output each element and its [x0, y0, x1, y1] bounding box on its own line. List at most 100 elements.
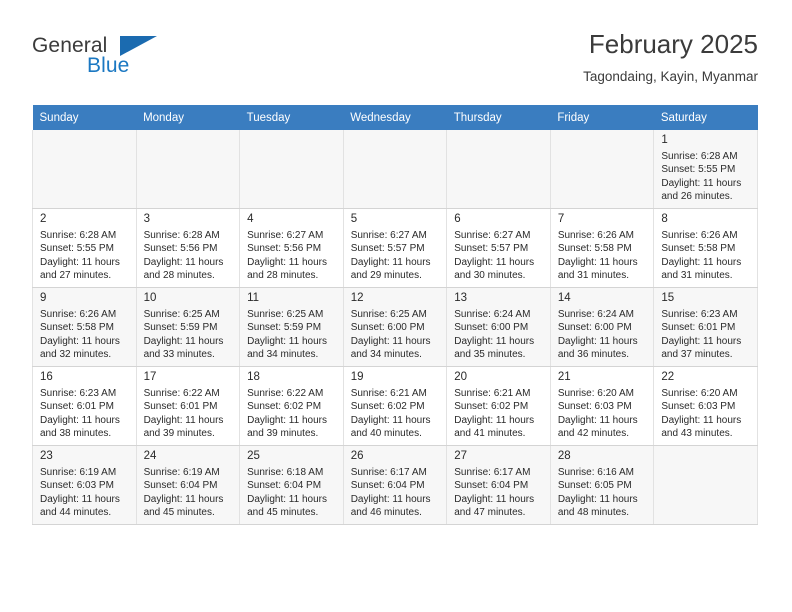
day-details: Sunrise: 6:26 AM Sunset: 5:58 PM Daylight:… — [551, 228, 654, 282]
day-number: 16 — [40, 371, 53, 383]
day-daylight-2-text: and 41 minutes. — [454, 427, 526, 439]
calendar-day-cell[interactable]: 11 Sunrise: 6:25 AM Sunset: 5:59 PM Dayligh… — [239, 287, 344, 367]
day-sunrise-text: Sunrise: 6:27 AM — [350, 230, 427, 241]
day-details: Sunrise: 6:24 AM Sunset: 6:00 PM Daylight:… — [447, 307, 550, 361]
day-daylight-1-text: Daylight: 11 hours — [40, 335, 120, 347]
day-sunrise-text: Sunrise: 6:21 AM — [454, 388, 531, 399]
title-block: February 2025 Tagondaing, Kayin, Myanmar — [583, 28, 758, 88]
calendar-day-cell[interactable]: 5 Sunrise: 6:27 AM Sunset: 5:57 PM Daylight… — [342, 208, 448, 288]
day-number: 27 — [454, 450, 468, 462]
calendar-week-row: 23 Sunrise: 6:19 AM Sunset: 6:03 PM Dayligh… — [32, 445, 758, 525]
calendar-cell-empty — [342, 130, 448, 209]
day-daylight-2-text: and 33 minutes. — [143, 348, 215, 360]
calendar-day-cell[interactable]: 22 Sunrise: 6:20 AM Sunset: 6:03 PM Dayligh… — [653, 366, 758, 446]
calendar-day-cell[interactable]: 20 Sunrise: 6:21 AM Sunset: 6:02 PM Dayligh… — [446, 366, 551, 446]
calendar-day-cell[interactable]: 25 Sunrise: 6:18 AM Sunset: 6:04 PM Dayligh… — [239, 445, 344, 525]
calendar-day-cell[interactable]: 27 Sunrise: 6:17 AM Sunset: 6:04 PM Dayligh… — [446, 445, 551, 525]
calendar-day-cell[interactable]: 21 Sunrise: 6:20 AM Sunset: 6:03 PM Dayligh… — [549, 366, 655, 446]
day-sunset-text: Sunset: 5:55 PM — [661, 164, 736, 176]
day-number: 7 — [557, 213, 565, 225]
day-sunset-text: Sunset: 6:02 PM — [350, 401, 425, 413]
brand-name-blue: Blue — [87, 54, 130, 77]
day-daylight-2-text: and 34 minutes. — [247, 348, 319, 360]
day-daylight-2-text: and 26 minutes. — [661, 190, 733, 202]
day-number: 24 — [143, 450, 157, 462]
day-number: 11 — [247, 292, 260, 304]
brand-logo[interactable]: General Blue — [32, 34, 162, 86]
day-daylight-2-text: and 44 minutes. — [40, 506, 112, 518]
day-sunrise-text: Sunrise: 6:24 AM — [454, 309, 531, 320]
day-sunrise-text: Sunrise: 6:28 AM — [661, 151, 738, 162]
weekday-header-tuesday: Tuesday — [239, 105, 344, 130]
day-sunset-text: Sunset: 6:02 PM — [247, 401, 322, 413]
calendar-day-cell[interactable]: 2 Sunrise: 6:28 AM Sunset: 5:55 PM Daylight… — [32, 208, 137, 288]
day-number: 25 — [247, 450, 260, 462]
calendar-day-cell[interactable]: 14 Sunrise: 6:24 AM Sunset: 6:00 PM Dayligh… — [549, 287, 655, 367]
day-details: Sunrise: 6:26 AM Sunset: 5:58 PM Daylight:… — [33, 307, 136, 361]
day-daylight-2-text: and 38 minutes. — [40, 427, 112, 439]
day-daylight-2-text: and 31 minutes. — [557, 269, 629, 281]
day-sunset-text: Sunset: 6:04 PM — [350, 480, 425, 492]
calendar-day-cell[interactable]: 7 Sunrise: 6:26 AM Sunset: 5:58 PM Daylight… — [549, 208, 655, 288]
day-sunset-text: Sunset: 5:59 PM — [143, 322, 218, 334]
calendar-day-cell[interactable]: 18 Sunrise: 6:22 AM Sunset: 6:02 PM Dayligh… — [239, 366, 344, 446]
day-daylight-1-text: Daylight: 11 hours — [454, 493, 535, 505]
day-sunset-text: Sunset: 6:01 PM — [143, 401, 218, 413]
day-sunset-text: Sunset: 5:56 PM — [143, 243, 218, 255]
calendar-day-cell[interactable]: 10 Sunrise: 6:25 AM Sunset: 5:59 PM Dayligh… — [135, 287, 241, 367]
calendar-day-cell[interactable]: 3 Sunrise: 6:28 AM Sunset: 5:56 PM Daylight… — [135, 208, 241, 288]
calendar-day-cell[interactable]: 15 Sunrise: 6:23 AM Sunset: 6:01 PM Dayligh… — [653, 287, 758, 367]
calendar-day-cell[interactable]: 26 Sunrise: 6:17 AM Sunset: 6:04 PM Dayligh… — [342, 445, 448, 525]
day-daylight-2-text: and 39 minutes. — [247, 427, 319, 439]
calendar-week-row: 2 Sunrise: 6:28 AM Sunset: 5:55 PM Daylight… — [32, 208, 758, 288]
calendar-day-cell[interactable]: 6 Sunrise: 6:27 AM Sunset: 5:57 PM Daylight… — [446, 208, 551, 288]
calendar-day-cell[interactable]: 4 Sunrise: 6:27 AM Sunset: 5:56 PM Daylight… — [239, 208, 344, 288]
calendar-day-cell[interactable]: 8 Sunrise: 6:26 AM Sunset: 5:58 PM Daylight… — [653, 208, 758, 288]
day-number: 14 — [557, 292, 571, 304]
day-sunrise-text: Sunrise: 6:24 AM — [557, 309, 634, 320]
calendar-day-cell[interactable]: 16 Sunrise: 6:23 AM Sunset: 6:01 PM Dayligh… — [32, 366, 137, 446]
calendar-day-cell[interactable]: 19 Sunrise: 6:21 AM Sunset: 6:02 PM Dayligh… — [342, 366, 448, 446]
day-details: Sunrise: 6:25 AM Sunset: 6:00 PM Daylight:… — [344, 307, 447, 361]
day-sunrise-text: Sunrise: 6:25 AM — [350, 309, 427, 320]
page-header: General Blue February 2025 Tagondaing, K… — [32, 28, 758, 100]
day-number: 17 — [143, 371, 157, 383]
day-number: 18 — [247, 371, 260, 383]
page-title: February 2025 — [588, 29, 758, 59]
page-subtitle: Tagondaing, Kayin, Myanmar — [583, 69, 758, 84]
day-details: Sunrise: 6:20 AM Sunset: 6:03 PM Daylight:… — [654, 386, 757, 440]
day-daylight-1-text: Daylight: 11 hours — [454, 335, 535, 347]
day-sunset-text: Sunset: 5:57 PM — [454, 243, 529, 255]
day-sunset-text: Sunset: 6:01 PM — [661, 322, 736, 334]
weekday-header-monday: Monday — [136, 105, 240, 130]
day-number: 10 — [143, 292, 157, 304]
day-sunset-text: Sunset: 5:59 PM — [247, 322, 322, 334]
calendar-day-cell[interactable]: 12 Sunrise: 6:25 AM Sunset: 6:00 PM Dayligh… — [342, 287, 448, 367]
calendar-day-cell[interactable]: 24 Sunrise: 6:19 AM Sunset: 6:04 PM Dayligh… — [135, 445, 241, 525]
day-daylight-1-text: Daylight: 11 hours — [143, 256, 224, 268]
calendar-week-row: 9 Sunrise: 6:26 AM Sunset: 5:58 PM Daylight… — [32, 287, 758, 367]
calendar-day-cell[interactable]: 9 Sunrise: 6:26 AM Sunset: 5:58 PM Daylight… — [32, 287, 137, 367]
calendar-table: Sunday Monday Tuesday Wednesday Thursday… — [32, 105, 758, 525]
day-daylight-1-text: Daylight: 11 hours — [143, 335, 224, 347]
day-details: Sunrise: 6:28 AM Sunset: 5:55 PM Daylight:… — [33, 228, 136, 282]
day-details: Sunrise: 6:22 AM Sunset: 6:01 PM Daylight:… — [137, 386, 240, 440]
day-sunrise-text: Sunrise: 6:26 AM — [557, 230, 634, 241]
day-sunset-text: Sunset: 5:58 PM — [40, 322, 114, 334]
calendar-day-cell[interactable]: 17 Sunrise: 6:22 AM Sunset: 6:01 PM Dayligh… — [135, 366, 241, 446]
calendar-cell-empty — [549, 130, 655, 209]
day-sunrise-text: Sunrise: 6:20 AM — [661, 388, 738, 399]
day-daylight-2-text: and 32 minutes. — [40, 348, 112, 360]
day-sunrise-text: Sunrise: 6:23 AM — [40, 388, 117, 399]
day-details: Sunrise: 6:27 AM Sunset: 5:57 PM Daylight:… — [447, 228, 550, 282]
calendar-day-cell[interactable]: 28 Sunrise: 6:16 AM Sunset: 6:05 PM Dayligh… — [549, 445, 655, 525]
calendar-day-cell[interactable]: 23 Sunrise: 6:19 AM Sunset: 6:03 PM Dayligh… — [32, 445, 137, 525]
day-details: Sunrise: 6:26 AM Sunset: 5:58 PM Daylight:… — [654, 228, 757, 282]
calendar-day-cell[interactable]: 1 Sunrise: 6:28 AM Sunset: 5:55 PM Daylight… — [653, 130, 758, 209]
calendar-day-cell[interactable]: 13 Sunrise: 6:24 AM Sunset: 6:00 PM Dayligh… — [446, 287, 551, 367]
day-daylight-2-text: and 43 minutes. — [661, 427, 733, 439]
day-daylight-1-text: Daylight: 11 hours — [557, 256, 638, 268]
day-details: Sunrise: 6:16 AM Sunset: 6:05 PM Daylight:… — [551, 465, 654, 519]
day-sunset-text: Sunset: 6:01 PM — [40, 401, 114, 413]
weekday-header-friday: Friday — [550, 105, 654, 130]
